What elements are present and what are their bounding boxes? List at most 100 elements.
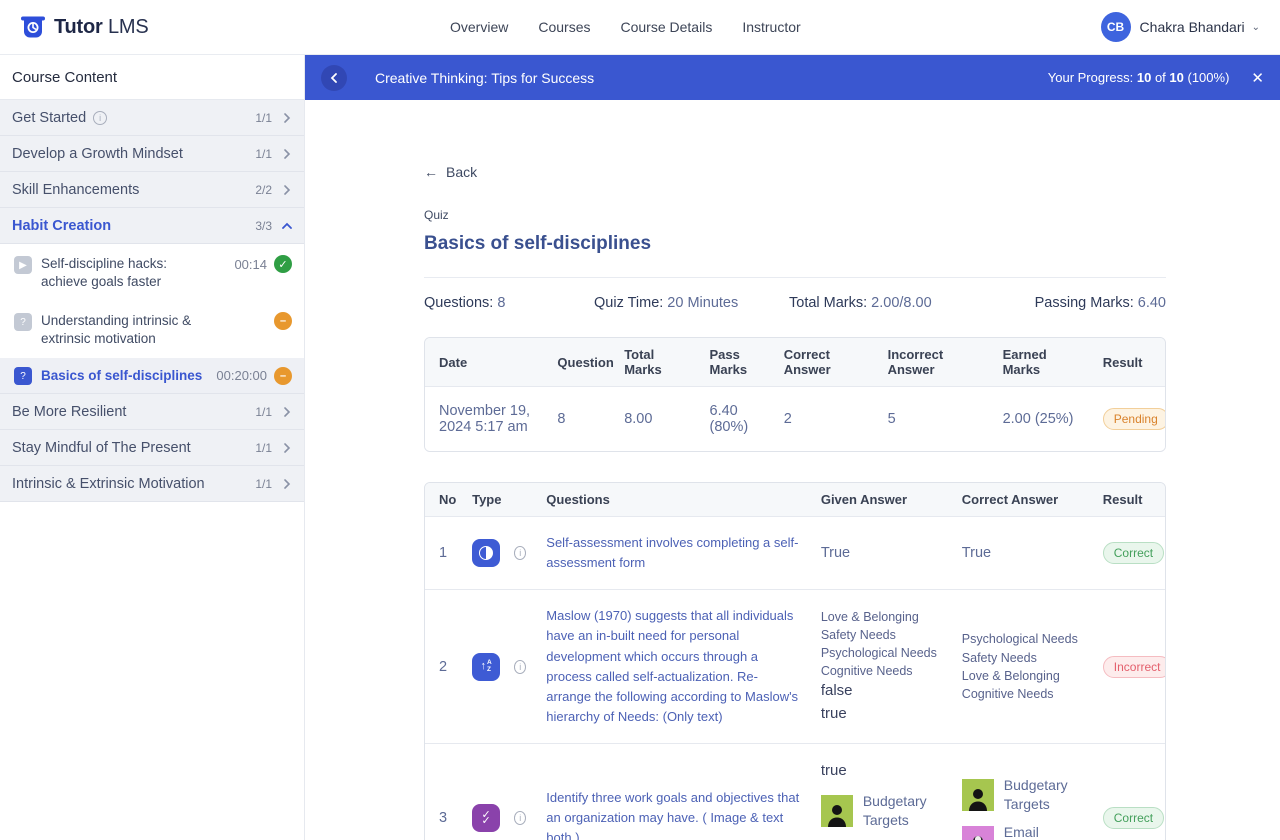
- pass-marks-value: 6.40: [710, 403, 764, 419]
- back-label: Back: [446, 164, 477, 180]
- attempt-question-count: 8: [547, 387, 614, 451]
- page-layout: Course Content Get Started i 1/1 Develop…: [0, 55, 1280, 840]
- image-label: Budgetary Targets: [863, 792, 942, 830]
- quiz-result-content: ← Back Quiz Basics of self-disciplines Q…: [305, 100, 1280, 840]
- pass-marks-percent: (80%): [710, 419, 764, 435]
- col-pass-marks: Pass Marks: [700, 338, 774, 387]
- close-icon[interactable]: ✕: [1251, 69, 1264, 87]
- correct-answer: True: [952, 517, 1093, 589]
- col-earned-marks: Earned Marks: [993, 338, 1093, 387]
- given-item: Love & Belonging: [821, 608, 942, 626]
- brand-name: Tutor LMS: [54, 16, 149, 39]
- info-icon: i: [93, 111, 107, 125]
- lesson-item-basics-of-self-disciplines[interactable]: ? Basics of self-disciplines 00:20:00 –: [0, 358, 304, 393]
- status-badge: Pending: [1103, 408, 1166, 430]
- info-icon[interactable]: i: [514, 811, 526, 825]
- lesson-list: ▶ Self-discipline hacks: achieve goals f…: [0, 244, 304, 394]
- attempt-pass-marks: 6.40(80%): [700, 387, 774, 451]
- sidebar-section-stay-mindful[interactable]: Stay Mindful of The Present 1/1: [0, 430, 304, 466]
- info-passing-marks: Passing Marks:6.40: [1035, 295, 1166, 311]
- section-count: 1/1: [255, 477, 272, 491]
- info-icon[interactable]: i: [514, 546, 526, 560]
- status-badge: Correct: [1103, 807, 1164, 829]
- lesson-item-understanding-motivation[interactable]: ? Understanding intrinsic & extrinsic mo…: [0, 301, 304, 358]
- info-icon[interactable]: i: [514, 660, 526, 674]
- page-title: Basics of self-disciplines: [424, 233, 1166, 255]
- col-result: Result: [1093, 338, 1166, 387]
- col-type: Type: [462, 483, 536, 517]
- course-title: Creative Thinking: Tips for Success: [375, 70, 594, 86]
- top-navbar: Tutor LMS Overview Courses Course Detail…: [0, 0, 1280, 55]
- quiz-info-row: Questions:8 Quiz Time:20 Minutes Total M…: [424, 278, 1166, 329]
- sidebar-section-growth-mindset[interactable]: Develop a Growth Mindset 1/1: [0, 136, 304, 172]
- question-row: 2 ↑AZ i Maslow (1970) suggests that all i…: [425, 589, 1166, 743]
- question-no: 2: [425, 589, 462, 743]
- budgetary-targets-image: [962, 779, 994, 811]
- section-label: Stay Mindful of The Present: [12, 440, 191, 456]
- avatar: CB: [1101, 12, 1131, 42]
- col-no: No: [425, 483, 462, 517]
- section-label: Habit Creation: [12, 218, 111, 234]
- sidebar-title: Course Content: [0, 55, 304, 100]
- info-label: Passing Marks:: [1035, 295, 1134, 311]
- chevron-up-icon: [282, 221, 292, 231]
- section-label: Develop a Growth Mindset: [12, 146, 183, 162]
- question-row: 1 i Self-assessment involves completing …: [425, 517, 1166, 589]
- back-chevron-button[interactable]: [321, 65, 347, 91]
- info-label: Questions:: [424, 295, 493, 311]
- lesson-item-self-discipline-hacks[interactable]: ▶ Self-discipline hacks: achieve goals f…: [0, 244, 304, 301]
- nav-link-instructor[interactable]: Instructor: [742, 19, 800, 35]
- status-badge: Incorrect: [1103, 656, 1166, 678]
- sidebar-section-skill-enhancements[interactable]: Skill Enhancements 2/2: [0, 172, 304, 208]
- correct-answer: Psychological Needs Safety Needs Love & …: [952, 589, 1093, 743]
- given-item: Safety Needs: [821, 626, 942, 644]
- attempt-row: November 19,2024 5:17 am 8 8.00 6.40(80%…: [425, 387, 1166, 451]
- given-item: Psychological Needs: [821, 644, 942, 662]
- lesson-duration: 00:14: [234, 257, 267, 272]
- ordering-type-icon: ↑AZ: [472, 653, 500, 681]
- questions-table: No Type Questions Given Answer Correct A…: [424, 482, 1166, 840]
- given-item: true: [821, 760, 942, 783]
- nav-link-overview[interactable]: Overview: [450, 19, 508, 35]
- user-menu[interactable]: CB Chakra Bhandari ⌄: [1101, 12, 1260, 42]
- status-badge: Correct: [1103, 542, 1164, 564]
- progress-suffix: (100%): [1184, 70, 1230, 85]
- image-label: Email accounts: [1004, 823, 1083, 840]
- quiz-question-icon: ?: [14, 367, 32, 385]
- col-questions: Questions: [536, 483, 811, 517]
- correct-item: Love & Belonging: [962, 667, 1083, 685]
- section-count: 1/1: [255, 147, 272, 161]
- col-result: Result: [1093, 483, 1166, 517]
- section-count: 3/3: [255, 219, 272, 233]
- info-quiz-time: Quiz Time:20 Minutes: [594, 295, 789, 311]
- sidebar-section-be-more-resilient[interactable]: Be More Resilient 1/1: [0, 394, 304, 430]
- date-line2: 2024 5:17 am: [439, 419, 537, 435]
- image-label: Budgetary Targets: [1004, 776, 1083, 814]
- question-text: Maslow (1970) suggests that all individu…: [546, 608, 798, 724]
- lesson-title: Self-discipline hacks: achieve goals fas…: [41, 255, 201, 290]
- question-no: 3: [425, 743, 462, 840]
- nav-links: Overview Courses Course Details Instruct…: [450, 19, 801, 35]
- chevron-left-icon: [329, 73, 339, 83]
- nav-link-courses[interactable]: Courses: [538, 19, 590, 35]
- attempt-result: Pending: [1093, 387, 1166, 451]
- nav-link-course-details[interactable]: Course Details: [621, 19, 713, 35]
- brand-logo[interactable]: Tutor LMS: [20, 12, 149, 43]
- sidebar-section-intrinsic-extrinsic[interactable]: Intrinsic & Extrinsic Motivation 1/1: [0, 466, 304, 502]
- lesson-title: Understanding intrinsic & extrinsic moti…: [41, 312, 201, 347]
- sidebar-section-get-started[interactable]: Get Started i 1/1: [0, 100, 304, 136]
- col-total-marks: Total Marks: [614, 338, 699, 387]
- course-topbar: Creative Thinking: Tips for Success Your…: [305, 55, 1280, 100]
- info-questions: Questions:8: [424, 295, 594, 311]
- date-line1: November 19,: [439, 403, 537, 419]
- section-count: 1/1: [255, 441, 272, 455]
- section-label: Get Started: [12, 110, 86, 126]
- back-link[interactable]: ← Back: [424, 164, 1166, 180]
- sidebar-section-habit-creation[interactable]: Habit Creation 3/3: [0, 208, 304, 244]
- attempt-summary-table: Date Question Total Marks Pass Marks Cor…: [424, 337, 1166, 452]
- given-item: false: [821, 680, 942, 703]
- given-item: true: [821, 703, 942, 726]
- section-label: Be More Resilient: [12, 404, 126, 420]
- course-content-sidebar: Course Content Get Started i 1/1 Develop…: [0, 55, 305, 840]
- correct-answer: Budgetary Targets Email accounts: [952, 743, 1093, 840]
